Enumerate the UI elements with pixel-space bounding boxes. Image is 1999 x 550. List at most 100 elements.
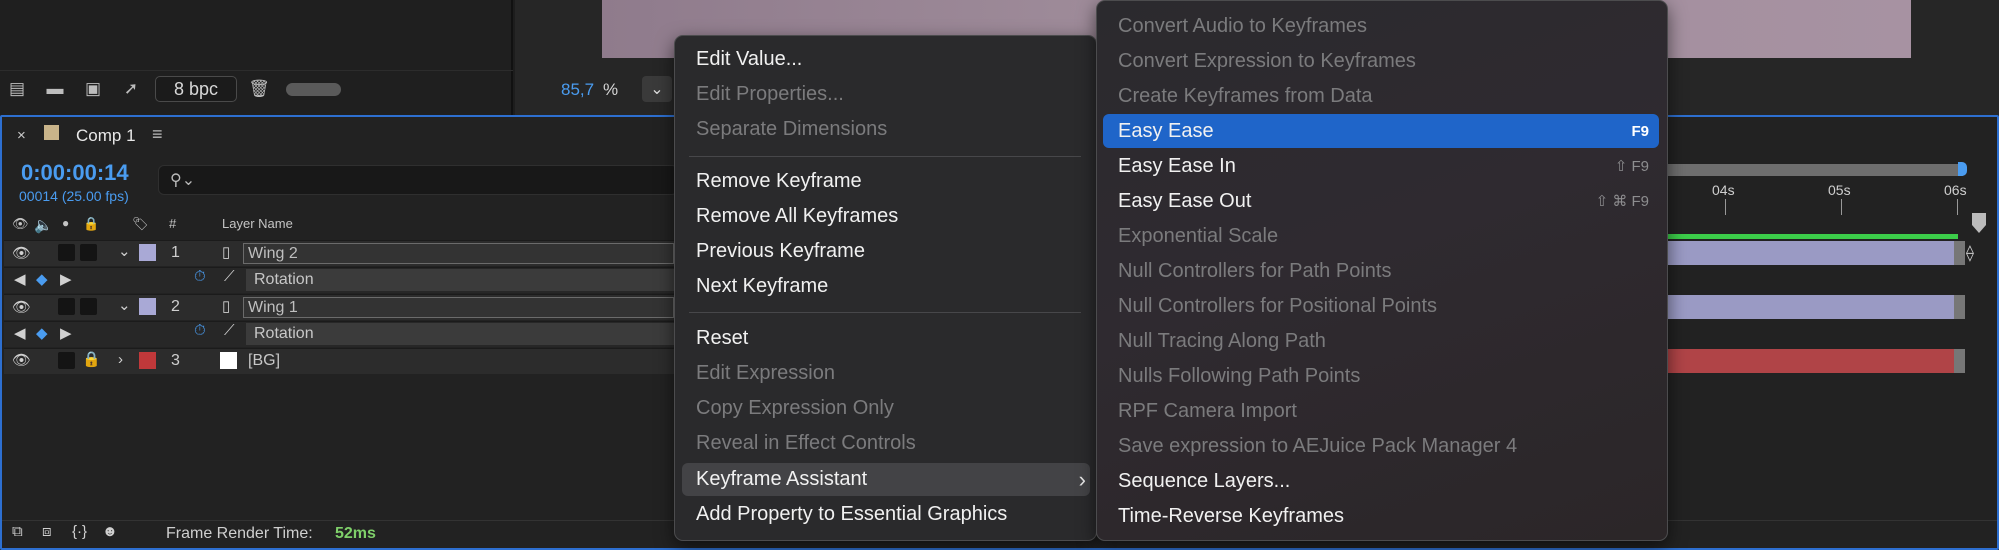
menu-item-next-keyframe[interactable]: Next Keyframe <box>675 270 1096 303</box>
context-menu: Edit Value... Edit Properties... Separat… <box>674 35 1097 541</box>
submenu-item-sequence-layers[interactable]: Sequence Layers... <box>1097 465 1667 498</box>
divider <box>0 70 513 71</box>
submenu-item-easy-ease-in[interactable]: Easy Ease In ⇧ F9 <box>1097 150 1667 183</box>
new-folder-icon[interactable]: ▬ <box>42 78 68 100</box>
prev-keyframe-arrow-icon[interactable]: ◀ <box>14 270 26 288</box>
lock-switch[interactable] <box>80 298 97 315</box>
zoom-value[interactable]: 85,7 <box>561 80 594 100</box>
stopwatch-icon[interactable]: ⏱ <box>194 322 206 339</box>
submenu-item-create-keyframes-from-data: Create Keyframes from Data <box>1118 85 1373 107</box>
menu-item-edit-value[interactable]: Edit Value... <box>675 43 1096 76</box>
layer-index: 3 <box>171 352 180 369</box>
graph-icon[interactable]: ⟋ <box>224 322 235 339</box>
menu-separator <box>689 312 1081 313</box>
frame-render-time-label: Frame Render Time: <box>166 525 313 542</box>
composition-label-color <box>44 125 59 140</box>
twirl-right-chevron-icon[interactable]: › <box>118 351 123 368</box>
menu-item-label: Keyframe Assistant <box>696 468 868 490</box>
twirl-down-chevron-icon[interactable]: ⌄ <box>118 242 131 260</box>
menu-item-edit-expression: Edit Expression <box>696 362 835 384</box>
zoom-dropdown-chevron-icon[interactable]: ⌄ <box>642 76 672 102</box>
transfer-controls-icon[interactable]: ⧈ <box>42 523 52 540</box>
menu-item-copy-expression-only: Copy Expression Only <box>696 397 894 419</box>
layer-out-point-handle[interactable] <box>1954 241 1965 265</box>
lock-icon[interactable]: 🔒 <box>82 350 101 368</box>
panel-menu-icon[interactable]: ≡ <box>152 124 163 145</box>
visibility-eye-icon[interactable]: 👁 <box>12 244 31 262</box>
menu-item-reset[interactable]: Reset <box>675 322 1096 355</box>
bit-depth-button[interactable]: 8 bpc <box>155 76 237 102</box>
layer-duration-bar[interactable] <box>1668 349 1954 373</box>
menu-item-remove-keyframe[interactable]: Remove Keyframe <box>675 165 1096 198</box>
menu-item-remove-all-keyframes[interactable]: Remove All Keyframes <box>675 200 1096 233</box>
layer-name[interactable]: [BG] <box>248 352 280 370</box>
solo-switch[interactable] <box>58 244 75 261</box>
stopwatch-icon[interactable]: ⏱ <box>194 268 206 285</box>
submenu-item-time-reverse-keyframes[interactable]: Time-Reverse Keyframes <box>1097 500 1667 533</box>
layer-label-color[interactable] <box>139 244 156 261</box>
frame-count: 00014 (25.00 fps) <box>19 188 129 204</box>
solo-switch[interactable] <box>58 298 75 315</box>
keyframe-diamond-icon[interactable]: ◆ <box>36 270 48 288</box>
submenu-item-easy-ease[interactable]: Easy Ease F9 <box>1097 115 1667 148</box>
trash-icon[interactable]: 🗑 <box>246 78 272 100</box>
layer-duration-bar[interactable] <box>1668 241 1954 265</box>
menu-item-edit-properties: Edit Properties... <box>696 83 844 105</box>
layer-index: 2 <box>171 298 180 315</box>
next-keyframe-arrow-icon[interactable]: ▶ <box>60 324 72 342</box>
solo-switch[interactable] <box>58 352 75 369</box>
submenu-item-null-controllers-for-path-points: Null Controllers for Path Points <box>1118 260 1392 282</box>
property-name[interactable]: Rotation <box>246 269 674 291</box>
scroll-pill[interactable] <box>286 83 341 96</box>
ruler-tick <box>1841 199 1842 215</box>
menu-item-label: Easy Ease <box>1118 120 1214 142</box>
property-name[interactable]: Rotation <box>246 323 674 345</box>
prev-keyframe-arrow-icon[interactable]: ◀ <box>14 324 26 342</box>
new-composition-icon[interactable]: ▣ <box>80 78 106 100</box>
layer-duration-bar[interactable] <box>1668 295 1954 319</box>
shape-layer-icon: ▯ <box>222 244 231 261</box>
menu-item-previous-keyframe[interactable]: Previous Keyframe <box>675 235 1096 268</box>
render-queue-icon[interactable]: ➚ <box>118 78 144 100</box>
submenu-item-easy-ease-out[interactable]: Easy Ease Out ⇧ ⌘ F9 <box>1097 185 1667 218</box>
in-out-stretch-icon[interactable]: {·} <box>72 523 87 540</box>
column-number-header: # <box>169 216 177 231</box>
keyframe-diamond-icon[interactable]: ◆ <box>36 324 48 342</box>
render-time-icon[interactable]: ☻ <box>102 523 118 540</box>
interpret-footage-icon[interactable]: ▤ <box>4 78 30 100</box>
layer-out-point-handle[interactable] <box>1954 295 1965 319</box>
menu-item-separate-dimensions: Separate Dimensions <box>696 118 888 140</box>
menu-item-label: Easy Ease In <box>1118 155 1236 177</box>
current-time-display[interactable]: 0:00:00:14 <box>21 160 129 186</box>
close-tab-icon[interactable]: × <box>17 127 26 144</box>
video-column-eye-icon: 👁 <box>12 216 29 231</box>
layer-row[interactable] <box>4 348 674 374</box>
layer-label-color[interactable] <box>139 298 156 315</box>
layer-switches-icon[interactable]: ⧉ <box>12 523 23 540</box>
tab-comp-title[interactable]: Comp 1 <box>76 126 136 146</box>
keyframe-navigator-icon[interactable]: ⟠ <box>1966 243 1974 263</box>
layer-out-point-handle[interactable] <box>1954 349 1965 373</box>
submenu-item-null-tracing-along-path: Null Tracing Along Path <box>1118 330 1326 352</box>
menu-item-add-property-to-essential-graphics[interactable]: Add Property to Essential Graphics <box>675 498 1096 531</box>
work-area-bar[interactable] <box>1668 164 1963 176</box>
layer-search-input[interactable] <box>158 165 678 195</box>
lock-switch[interactable] <box>80 244 97 261</box>
graph-icon[interactable]: ⟋ <box>224 268 235 285</box>
menu-item-keyframe-assistant[interactable]: Keyframe Assistant › <box>675 463 1096 496</box>
layer-label-color[interactable] <box>139 352 156 369</box>
visibility-eye-icon[interactable]: 👁 <box>12 351 31 369</box>
twirl-down-chevron-icon[interactable]: ⌄ <box>118 296 131 314</box>
zoom-unit: % <box>603 80 619 99</box>
next-keyframe-arrow-icon[interactable]: ▶ <box>60 270 72 288</box>
lock-column-icon: 🔒 <box>83 216 100 231</box>
visibility-eye-icon[interactable]: 👁 <box>12 298 31 316</box>
menu-item-label: Easy Ease Out <box>1118 190 1252 212</box>
ruler-tick-label: 04s <box>1712 182 1735 198</box>
solid-layer-icon <box>220 352 237 369</box>
ruler-tick <box>1725 199 1726 215</box>
layer-name[interactable]: Wing 2 <box>243 243 674 264</box>
column-layer-name-header[interactable]: Layer Name <box>222 216 293 238</box>
layer-name[interactable]: Wing 1 <box>243 297 674 318</box>
work-area-end-handle[interactable] <box>1958 162 1967 176</box>
